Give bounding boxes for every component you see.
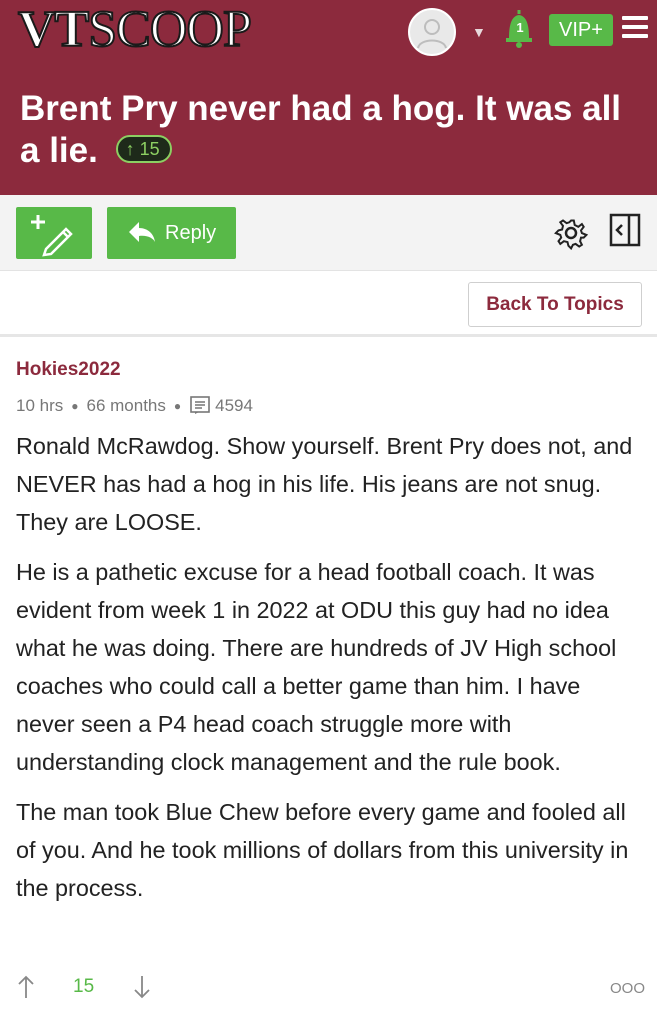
new-post-icon bbox=[31, 215, 73, 257]
post-paragraph: Ronald McRawdog. Show yourself. Brent Pr… bbox=[16, 433, 633, 535]
reply-button[interactable]: Reply bbox=[107, 207, 236, 259]
vote-count: 15 bbox=[73, 976, 95, 997]
back-to-topics-button[interactable]: Back To Topics bbox=[468, 282, 642, 327]
reply-label: Reply bbox=[165, 222, 217, 244]
user-avatar[interactable] bbox=[408, 8, 456, 56]
upvote-arrow-icon[interactable] bbox=[16, 974, 36, 1005]
post-body: Ronald McRawdog. Show yourself. Brent Pr… bbox=[16, 427, 641, 907]
member-duration: 66 months bbox=[86, 396, 166, 415]
meta-separator: ● bbox=[71, 399, 79, 413]
post-paragraph: The man took Blue Chew before every game… bbox=[16, 799, 629, 901]
gear-icon[interactable] bbox=[554, 216, 589, 255]
site-logo[interactable]: VTSCOOP bbox=[17, 3, 253, 57]
new-post-button[interactable] bbox=[16, 207, 92, 259]
vip-badge[interactable]: VIP+ bbox=[549, 14, 613, 46]
downvote-arrow-icon[interactable] bbox=[132, 974, 152, 1005]
notification-bell-icon[interactable]: 1 bbox=[504, 8, 534, 48]
thread-upvote-badge: ↑ 15 bbox=[115, 134, 172, 163]
thread-title-text: Brent Pry never had a hog. It was all a … bbox=[20, 89, 622, 170]
back-row: Back To Topics bbox=[0, 271, 657, 337]
collapse-sidebar-icon[interactable] bbox=[609, 213, 641, 252]
post: Hokies2022 10 hrs ● 66 months ● 4594 Ron… bbox=[0, 359, 657, 907]
site-header: VTSCOOP ▼ 1 VIP+ Brent Pry never had a h… bbox=[0, 0, 657, 195]
meta-separator: ● bbox=[173, 399, 182, 413]
post-meta: 10 hrs ● 66 months ● 4594 bbox=[16, 395, 641, 417]
post-footer: 15 OOO bbox=[0, 966, 657, 1010]
avatar-person-icon bbox=[417, 19, 447, 49]
post-paragraph: He is a pathetic excuse for a head footb… bbox=[16, 559, 617, 775]
posts-count-icon bbox=[190, 396, 210, 414]
notification-count: 1 bbox=[516, 20, 524, 35]
reply-arrow-icon bbox=[129, 222, 155, 242]
post-count: 4594 bbox=[215, 396, 253, 415]
menu-icon[interactable] bbox=[622, 16, 648, 43]
post-author[interactable]: Hokies2022 bbox=[16, 359, 641, 381]
account-dropdown-icon[interactable]: ▼ bbox=[472, 24, 486, 40]
more-options-icon[interactable]: OOO bbox=[610, 980, 645, 997]
post-time: 10 hrs bbox=[16, 396, 64, 415]
thread-title: Brent Pry never had a hog. It was all a … bbox=[20, 88, 640, 172]
